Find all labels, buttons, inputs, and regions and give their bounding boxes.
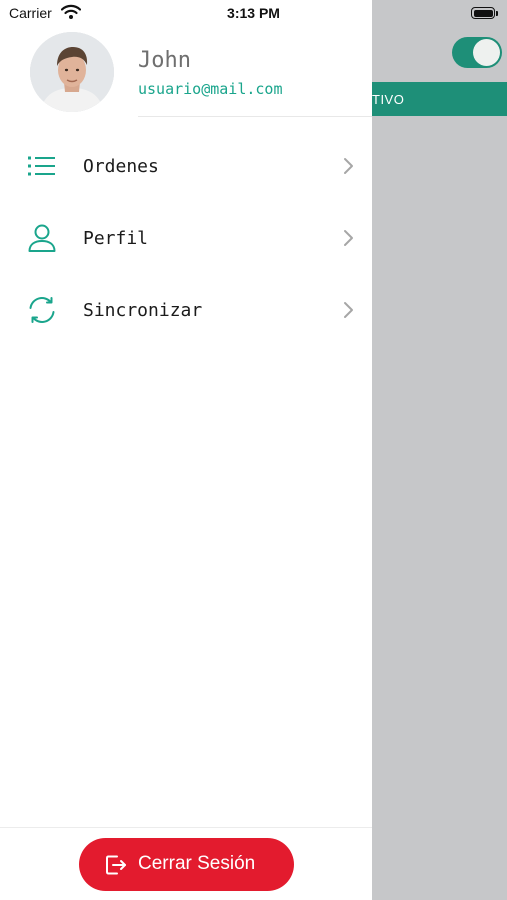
chevron-right-icon bbox=[344, 230, 353, 246]
chevron-right-icon bbox=[344, 158, 353, 174]
side-drawer: John usuario@mail.com Ordenes Perfil Sin… bbox=[0, 0, 372, 900]
person-icon bbox=[28, 224, 56, 252]
background-toggle[interactable] bbox=[452, 37, 502, 68]
battery-cap bbox=[496, 11, 498, 16]
menu-item-label: Perfil bbox=[83, 228, 149, 249]
menu-item-perfil[interactable]: Perfil bbox=[0, 210, 372, 266]
user-name: John bbox=[138, 48, 191, 73]
background-banner: TIVO bbox=[372, 82, 507, 116]
footer-divider bbox=[0, 827, 372, 828]
menu-item-ordenes[interactable]: Ordenes bbox=[0, 138, 372, 194]
logout-icon bbox=[106, 855, 126, 875]
header-divider bbox=[138, 116, 372, 117]
menu-item-label: Sincronizar bbox=[83, 300, 203, 321]
chevron-right-icon bbox=[344, 302, 353, 318]
menu-item-label: Ordenes bbox=[83, 156, 159, 177]
user-email: usuario@mail.com bbox=[138, 80, 283, 98]
toggle-knob bbox=[473, 39, 500, 66]
status-bar: Carrier 3:13 PM bbox=[0, 0, 507, 28]
user-photo-icon bbox=[30, 32, 114, 112]
sync-icon bbox=[29, 297, 55, 323]
list-icon bbox=[28, 156, 55, 176]
clock: 3:13 PM bbox=[227, 5, 280, 21]
logout-button[interactable]: Cerrar Sesión bbox=[79, 838, 294, 891]
battery-icon bbox=[471, 7, 495, 19]
menu-item-sincronizar[interactable]: Sincronizar bbox=[0, 282, 372, 338]
banner-text: TIVO bbox=[372, 92, 405, 107]
avatar bbox=[30, 32, 114, 112]
logout-label: Cerrar Sesión bbox=[138, 853, 256, 874]
